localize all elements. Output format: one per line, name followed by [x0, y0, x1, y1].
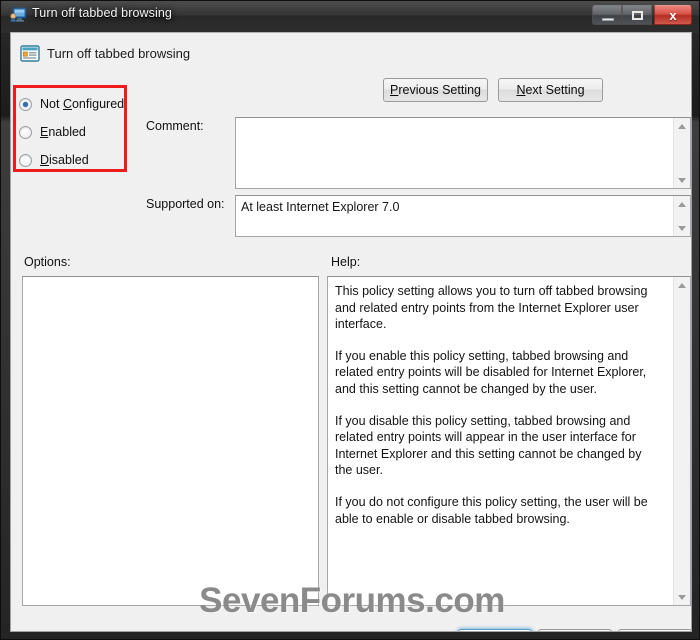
close-button[interactable]: x: [654, 5, 692, 25]
next-setting-suffix: ext Setting: [525, 83, 585, 97]
minimize-icon: [602, 18, 614, 21]
supported-on-label: Supported on:: [146, 197, 225, 211]
title-bar[interactable]: Turn off tabbed browsing x: [1, 1, 699, 31]
options-panel[interactable]: [22, 276, 319, 606]
help-scroll-up-arrow[interactable]: [674, 277, 690, 293]
close-icon: x: [669, 7, 677, 23]
previous-setting-suffix: revious Setting: [398, 83, 482, 97]
help-paragraph-2: If you enable this policy setting, tabbe…: [335, 348, 647, 396]
comment-label: Comment:: [146, 119, 204, 133]
supported-on-value: At least Internet Explorer 7.0: [241, 200, 400, 214]
help-paragraph-1: This policy setting allows you to turn o…: [335, 284, 648, 332]
comment-scrollbar[interactable]: [673, 118, 690, 188]
apply-button[interactable]: Apply: [618, 629, 691, 631]
previous-setting-button[interactable]: Previous Setting: [383, 78, 488, 102]
options-label: Options:: [24, 255, 71, 269]
radio-not-configured-indicator[interactable]: [19, 97, 32, 111]
minimize-button[interactable]: [592, 5, 622, 25]
monitor-policy-icon: [10, 7, 27, 23]
comment-scroll-down-arrow[interactable]: [674, 172, 690, 188]
supported-on-field[interactable]: At least Internet Explorer 7.0: [235, 195, 691, 237]
help-scrollbar[interactable]: [673, 277, 690, 605]
help-paragraph-3: If you disable this policy setting, tabb…: [335, 413, 642, 478]
cancel-button[interactable]: Cancel: [538, 629, 612, 631]
next-setting-accel: N: [516, 83, 526, 97]
help-scroll-down-arrow[interactable]: [674, 589, 690, 605]
maximize-button[interactable]: [622, 5, 652, 25]
help-text: This policy setting allows you to turn o…: [335, 283, 661, 527]
page-title: Turn off tabbed browsing: [47, 46, 191, 61]
policy-state-radio-group[interactable]: Not Configured Enabled Disabled: [19, 90, 125, 174]
dialog-client-area: Turn off tabbed browsing Previous Settin…: [10, 32, 692, 632]
supported-on-scroll-down-arrow[interactable]: [674, 220, 690, 236]
radio-disabled-indicator[interactable]: [19, 153, 32, 167]
supported-on-scrollbar[interactable]: [673, 196, 690, 236]
supported-on-scroll-up-arrow[interactable]: [674, 196, 690, 212]
radio-disabled-label: Disabled: [40, 153, 89, 167]
radio-enabled-label: Enabled: [40, 125, 86, 139]
radio-disabled[interactable]: Disabled: [19, 146, 125, 174]
window-title: Turn off tabbed browsing: [32, 6, 172, 20]
previous-setting-accel: P: [389, 83, 399, 97]
policy-setting-icon: [20, 44, 40, 63]
help-label: Help:: [331, 255, 361, 269]
help-paragraph-4: If you do not configure this policy sett…: [335, 494, 648, 526]
ok-button[interactable]: OK: [458, 629, 532, 631]
radio-not-configured-label: Not Configured: [40, 97, 125, 111]
radio-enabled[interactable]: Enabled: [19, 118, 125, 146]
help-panel: This policy setting allows you to turn o…: [327, 276, 691, 606]
comment-input[interactable]: [235, 117, 691, 189]
dialog-window: Turn off tabbed browsing x Turn off tabb…: [0, 0, 700, 640]
radio-enabled-indicator[interactable]: [19, 125, 32, 139]
comment-scroll-up-arrow[interactable]: [674, 118, 690, 134]
radio-not-configured[interactable]: Not Configured: [19, 90, 125, 118]
maximize-icon: [632, 11, 643, 20]
next-setting-button[interactable]: Next Setting: [498, 78, 603, 102]
